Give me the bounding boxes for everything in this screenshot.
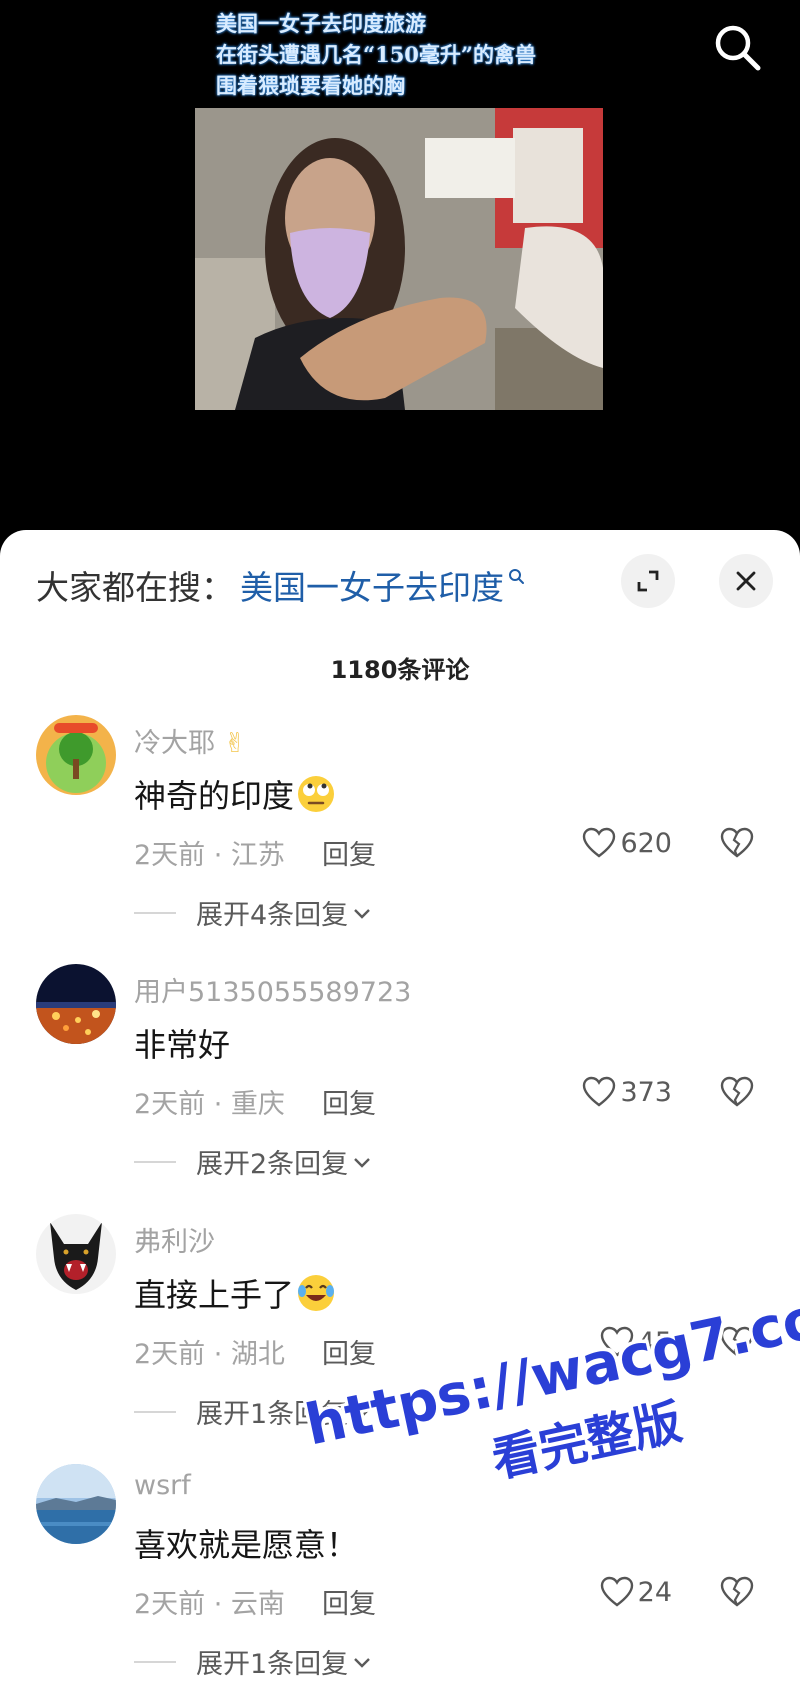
divider-line [134,911,176,914]
like-button[interactable]: 24 [600,1576,672,1608]
expand-replies-label: 展开1条回复 [196,1399,349,1430]
reply-button[interactable]: 回复 [322,1582,376,1621]
comment-meta: 2天前 · 湖北 [134,1339,285,1370]
expand-replies-button[interactable]: 展开2条回复 [134,1142,374,1181]
comment-username[interactable]: 弗利沙 [134,1220,215,1259]
comments-sheet: 大家都在搜： 美国一女子去印度 1180条评论 冷大耶 ✌ 神奇的印度 2天前 … [0,530,800,1693]
video-thumbnail[interactable] [195,108,603,410]
reply-button[interactable]: 回复 [322,1082,376,1121]
chevron-down-icon [354,1657,371,1668]
comment-text: 喜欢就是愿意！ [134,1526,359,1564]
victory-hand-emoji: ✌ [223,728,247,759]
comment-item: wsrf 喜欢就是愿意！ 2天前 · 云南 回复 24 展开1条回复 [0,1464,800,1693]
avatar[interactable] [36,715,116,795]
avatar[interactable] [36,1214,116,1294]
broken-heart-icon [720,1576,754,1607]
heart-icon [600,1576,633,1607]
caption-line: 美国一女子去印度旅游 [216,11,426,36]
like-count: 620 [620,827,672,859]
laughing-crying-emoji [298,1275,335,1311]
comment-username[interactable]: 用户5135055589723 [134,970,411,1009]
broken-heart-icon [720,1076,754,1107]
close-icon [736,571,756,591]
search-button[interactable] [712,22,764,74]
expand-replies-label: 展开1条回复 [196,1649,349,1680]
expand-replies-button[interactable]: 展开4条回复 [134,893,374,932]
rolling-eyes-emoji [298,776,335,812]
heart-icon [600,1326,633,1357]
video-area[interactable]: 美国一女子去印度旅游 在街头遭遇几名“150毫升”的禽兽 围着猥琐要看她的胸 [0,0,800,540]
expand-replies-button[interactable]: 展开1条回复 [134,1642,374,1681]
comment-username[interactable]: 冷大耶 ✌ [134,721,246,760]
trending-search-link[interactable]: 美国一女子去印度 [240,561,504,609]
like-button[interactable]: 45 [600,1326,672,1358]
like-count: 373 [620,1076,672,1108]
like-count: 24 [637,1576,672,1608]
expand-replies-label: 展开4条回复 [196,900,349,931]
search-icon [715,25,761,71]
chevron-down-icon [354,908,371,919]
comment-meta: 2天前 · 重庆 [134,1089,285,1120]
trending-search-prefix: 大家都在搜： [36,568,234,607]
dislike-button[interactable] [720,1076,754,1112]
video-frame-image [195,108,603,410]
heart-icon [583,1076,616,1107]
caption-line: 在街头遭遇几名“150毫升”的禽兽 [216,42,536,67]
comment-item: 用户5135055589723 非常好 2天前 · 重庆 回复 373 展开2条… [0,964,800,1214]
divider-line [134,1160,176,1163]
expand-replies-button[interactable]: 展开1条回复 [134,1392,374,1431]
chevron-down-icon [354,1157,371,1168]
comment-text: 直接上手了 [134,1270,336,1316]
chevron-down-icon [354,1407,371,1418]
avatar[interactable] [36,964,116,1044]
comment-text: 非常好 [134,1026,231,1064]
comment-item: 弗利沙 直接上手了 2天前 · 湖北 回复 45 展开1条回复 [0,1214,800,1464]
like-count: 45 [637,1326,672,1358]
trending-search-row[interactable]: 大家都在搜： 美国一女子去印度 [36,560,526,610]
comment-username[interactable]: wsrf [134,1470,191,1501]
dislike-button[interactable] [720,1326,754,1362]
close-button[interactable] [719,554,773,608]
divider-line [134,1410,176,1413]
video-caption: 美国一女子去印度旅游 在街头遭遇几名“150毫升”的禽兽 围着猥琐要看她的胸 [216,8,596,101]
expand-replies-label: 展开2条回复 [196,1149,349,1180]
caption-line: 围着猥琐要看她的胸 [216,73,405,98]
reply-button[interactable]: 回复 [322,1332,376,1371]
small-search-icon [509,569,524,584]
divider-line [134,1660,176,1663]
reply-button[interactable]: 回复 [322,833,376,872]
expand-button[interactable] [621,554,675,608]
comment-item: 冷大耶 ✌ 神奇的印度 2天前 · 江苏 回复 620 展开4条回复 [0,715,800,965]
like-button[interactable]: 620 [582,827,672,859]
avatar[interactable] [36,1464,116,1544]
comment-text: 神奇的印度 [134,771,336,817]
comment-meta: 2天前 · 江苏 [134,840,285,871]
comment-meta: 2天前 · 云南 [134,1589,285,1620]
broken-heart-icon [720,827,754,858]
like-button[interactable]: 373 [582,1076,672,1108]
dislike-button[interactable] [720,827,754,863]
comment-count: 1180条评论 [330,656,470,684]
broken-heart-icon [720,1326,754,1357]
expand-icon [637,570,659,592]
heart-icon [583,827,616,858]
dislike-button[interactable] [720,1576,754,1612]
